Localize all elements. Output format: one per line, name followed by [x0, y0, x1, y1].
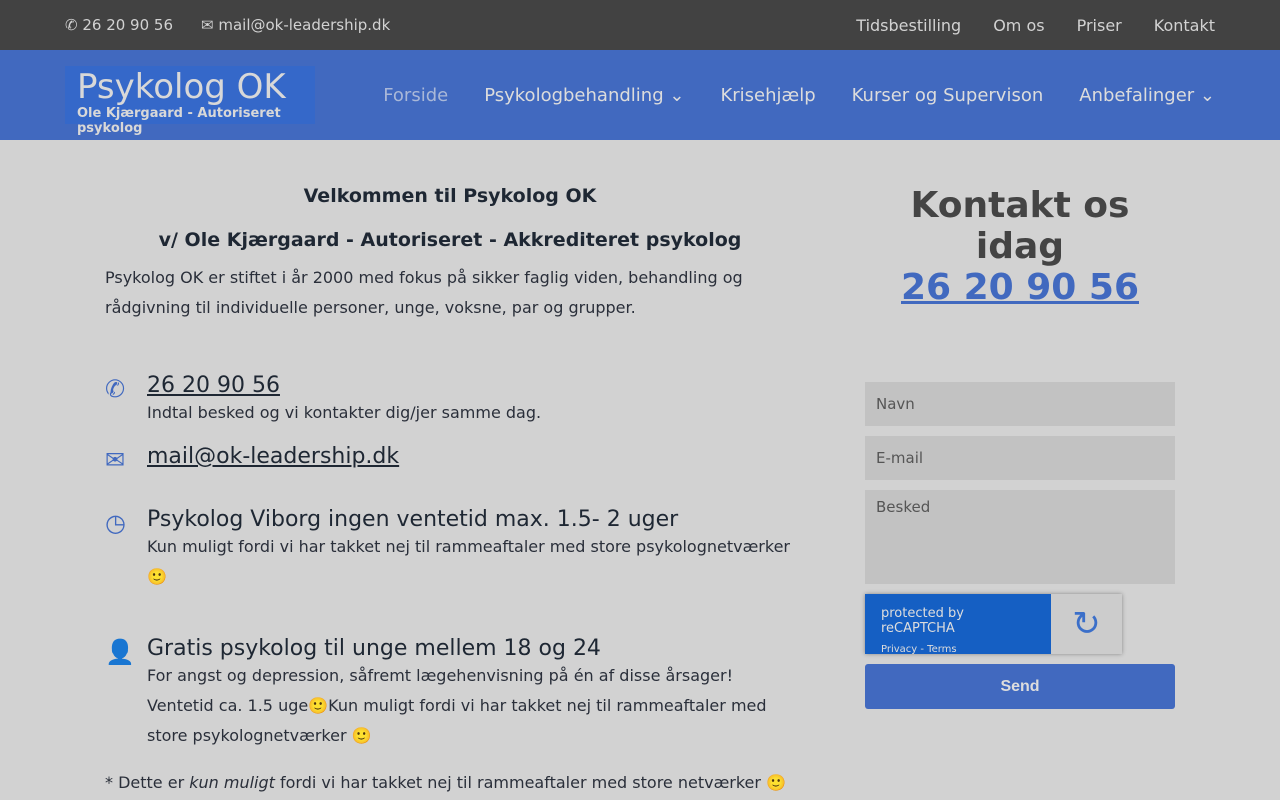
- recaptcha-badge[interactable]: protected by reCAPTCHA Privacy - Terms ↻: [865, 594, 1122, 655]
- email-item: ✉ mail@ok-leadership.dk: [105, 444, 795, 474]
- topbar-phone[interactable]: ✆ 26 20 90 56: [65, 16, 173, 34]
- phone-item: ✆ 26 20 90 56 Indtal besked og vi kontakte…: [105, 373, 795, 428]
- nav-label: Anbefalinger: [1079, 84, 1195, 106]
- recaptcha-links[interactable]: Privacy - Terms: [881, 644, 1035, 655]
- email-text: mail@ok-leadership.dk: [218, 16, 391, 34]
- free-heading: Gratis psykolog til unge mellem 18 og 24: [147, 636, 601, 661]
- footnote: * Dette er kun muligt fordi vi har takke…: [105, 773, 795, 792]
- footnote-em: kun muligt: [189, 773, 275, 792]
- nav-kurser[interactable]: Kurser og Supervison: [852, 85, 1044, 106]
- intro-text: Psykolog OK er stiftet i år 2000 med fok…: [105, 268, 743, 317]
- page-title: Velkommen til Psykolog OK: [303, 185, 597, 207]
- footnote-b: fordi vi har takket nej til rammeaftaler…: [274, 773, 786, 792]
- phone-icon: ✆: [65, 16, 83, 34]
- top-bar: ✆ 26 20 90 56 ✉ mail@ok-leadership.dk Ti…: [0, 0, 1280, 50]
- nav-label: Psykologbehandling: [484, 84, 664, 106]
- logo[interactable]: Psykolog OK Ole Kjærgaard - Autoriseret p…: [65, 66, 315, 136]
- free-item: 👤 Gratis psykolog til unge mellem 18 og 2…: [105, 636, 795, 751]
- main-nav: Psykolog OK Ole Kjærgaard - Autoriseret p…: [0, 50, 1280, 140]
- main-content: Velkommen til Psykolog OK v/ Ole Kjærgaa…: [105, 185, 795, 792]
- contact-title: Kontakt os idag: [910, 185, 1130, 267]
- chevron-down-icon: ⌄: [669, 84, 685, 106]
- send-button[interactable]: Send: [865, 664, 1175, 709]
- nav-forside[interactable]: Forside: [383, 85, 448, 106]
- email-input[interactable]: E-mail: [865, 436, 1175, 480]
- wait-heading: Psykolog Viborg ingen ventetid max. 1.5-…: [147, 507, 679, 532]
- top-link-om-os[interactable]: Om os: [993, 16, 1044, 35]
- wait-desc: Kun muligt fordi vi har takket nej til r…: [147, 537, 790, 586]
- page-subtitle: v/ Ole Kjærgaard - Autoriseret - Akkredi…: [158, 229, 742, 251]
- email-link[interactable]: mail@ok-leadership.dk: [147, 444, 795, 469]
- envelope-icon: ✉: [105, 446, 126, 474]
- nav-psykologbehandling[interactable]: Psykologbehandling ⌄: [484, 85, 684, 106]
- topbar-email[interactable]: ✉ mail@ok-leadership.dk: [201, 16, 390, 34]
- top-link-priser[interactable]: Priser: [1077, 16, 1122, 35]
- message-input[interactable]: Besked: [865, 490, 1175, 584]
- name-input[interactable]: Navn: [865, 382, 1175, 426]
- logo-title: Psykolog OK: [77, 67, 286, 107]
- logo-subtitle: Ole Kjærgaard - Autoriseret psykolog: [77, 106, 281, 136]
- top-link-tidsbestilling[interactable]: Tidsbestilling: [856, 16, 961, 35]
- footnote-a: * Dette er: [105, 773, 190, 792]
- envelope-icon: ✉: [201, 16, 219, 34]
- contact-sidebar: Kontakt os idag 26 20 90 56 Navn E-mail …: [865, 185, 1175, 709]
- phone-link[interactable]: 26 20 90 56: [147, 373, 795, 398]
- top-link-kontakt[interactable]: Kontakt: [1154, 16, 1215, 35]
- phone-desc: Indtal besked og vi kontakter dig/jer sa…: [147, 403, 542, 422]
- nav-anbefalinger[interactable]: Anbefalinger ⌄: [1079, 85, 1215, 106]
- contact-phone[interactable]: 26 20 90 56: [865, 267, 1175, 308]
- nav-krisehjaelp[interactable]: Krisehjælp: [720, 85, 815, 106]
- user-icon: 👤: [105, 638, 135, 666]
- phone-icon: ✆: [105, 375, 126, 403]
- recaptcha-text: protected by reCAPTCHA: [881, 606, 964, 636]
- clock-icon: ◷: [105, 509, 126, 537]
- free-desc: For angst og depression, såfremt lægehen…: [147, 666, 767, 745]
- phone-text: 26 20 90 56: [82, 16, 173, 34]
- recaptcha-icon: ↻: [1051, 594, 1122, 654]
- chevron-down-icon: ⌄: [1199, 84, 1215, 106]
- wait-item: ◷ Psykolog Viborg ingen ventetid max. 1.5…: [105, 507, 795, 592]
